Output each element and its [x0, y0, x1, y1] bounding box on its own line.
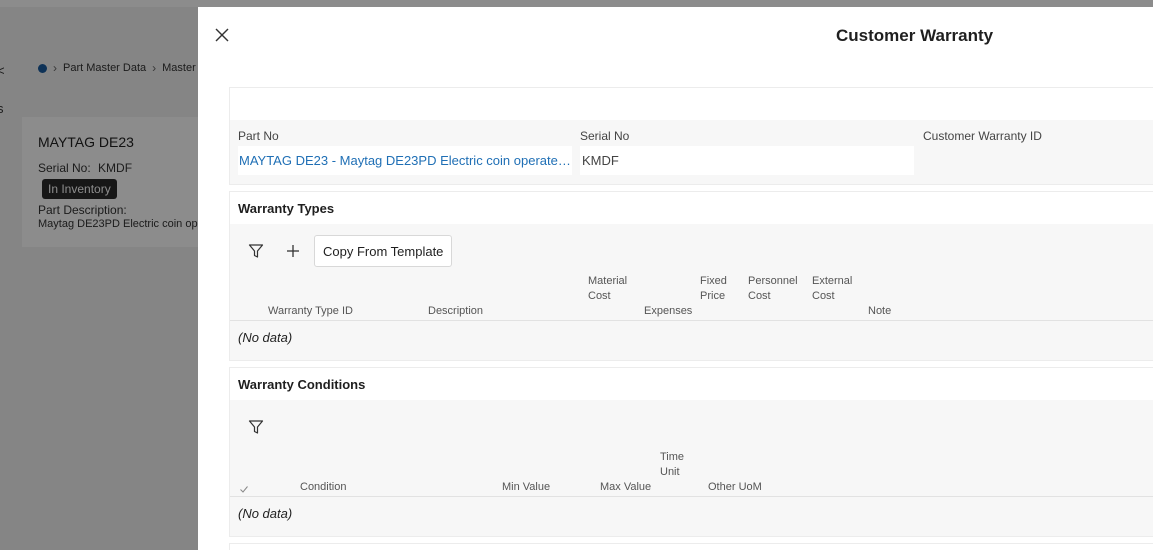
warranty-conditions-section: Warranty Conditions Condition Min Value … — [229, 367, 1153, 537]
column-header-line — [708, 465, 762, 480]
column-header-line: Cost — [812, 290, 835, 302]
table-divider — [230, 496, 1153, 497]
dialog-title: Customer Warranty — [836, 26, 994, 45]
filter-icon — [248, 420, 264, 434]
column-header-line: Condition — [300, 481, 347, 493]
column-header-line: Fixed — [700, 275, 727, 287]
column-header-line: Other UoM — [708, 481, 762, 493]
column-header-line — [428, 289, 483, 304]
empty-state-text: (No data) — [238, 330, 293, 345]
column-header-fixed-price[interactable]: Fixed Price — [700, 274, 727, 304]
column-header-line: Personnel — [748, 275, 798, 287]
table-divider — [230, 320, 1153, 321]
column-header-external-cost[interactable]: External Cost — [812, 274, 852, 304]
column-header-line — [268, 289, 353, 304]
warranty-types-title: Warranty Types — [238, 201, 335, 216]
warranty-conditions-title: Warranty Conditions — [238, 377, 366, 392]
column-header-line — [868, 289, 891, 304]
column-header-line: Note — [868, 305, 892, 317]
warranty-conditions-table: Condition Min Value Max Value Time Unit O… — [230, 400, 1153, 536]
column-header-warranty-type-id[interactable]: Warranty Type ID — [268, 289, 353, 319]
column-header-line: Expenses — [644, 305, 693, 317]
column-header-line: Min Value — [502, 481, 551, 493]
column-header-line: Time — [660, 451, 685, 463]
column-header-line: Description — [428, 305, 484, 317]
column-header-line: Price — [700, 290, 726, 302]
filter-icon — [248, 244, 264, 258]
column-header-material-cost[interactable]: Material Cost — [588, 274, 627, 304]
column-header-personnel-cost[interactable]: Personnel Cost — [748, 274, 798, 304]
warranty-types-section: Warranty Types Copy From Template Warran… — [229, 191, 1153, 361]
empty-state-text: (No data) — [238, 506, 293, 521]
column-header-line: Unit — [660, 466, 680, 478]
warranty-types-table: Copy From Template Warranty Type ID Desc… — [230, 224, 1153, 360]
column-header-max-value[interactable]: Max Value — [600, 465, 651, 495]
next-section-edge — [229, 543, 1153, 550]
filter-button[interactable] — [245, 416, 267, 438]
filter-button[interactable] — [245, 240, 267, 262]
close-icon — [215, 28, 229, 42]
column-header-line: Material — [588, 275, 628, 287]
column-header-note[interactable]: Note — [868, 289, 891, 319]
column-header-time-unit[interactable]: Time Unit — [660, 450, 684, 480]
column-header-expenses[interactable]: Expenses — [644, 289, 692, 319]
column-header-other-uom[interactable]: Other UoM — [708, 465, 762, 495]
add-button[interactable] — [282, 240, 304, 262]
serial-no-label: Serial No — [580, 129, 630, 143]
column-header-line: Warranty Type ID — [268, 305, 353, 317]
column-header-line — [644, 289, 692, 304]
part-no-label: Part No — [238, 129, 279, 143]
warranty-header-panel: Part No MAYTAG DE23 - Maytag DE23PD Elec… — [229, 87, 1153, 185]
checkmark-icon — [240, 486, 248, 493]
close-button[interactable] — [212, 25, 232, 45]
column-header-description[interactable]: Description — [428, 289, 483, 319]
column-header-line: Cost — [748, 290, 771, 302]
customer-warranty-dialog: Customer Warranty Part No MAYTAG DE23 - … — [198, 7, 1153, 550]
plus-icon — [287, 245, 299, 257]
column-header-line: Cost — [588, 290, 611, 302]
column-header-min-value[interactable]: Min Value — [502, 465, 550, 495]
column-header-line — [300, 465, 346, 480]
column-header-line — [502, 465, 550, 480]
copy-from-template-button[interactable]: Copy From Template — [314, 235, 453, 267]
part-no-link[interactable]: MAYTAG DE23 - Maytag DE23PD Electric coi… — [238, 146, 572, 175]
column-header-condition[interactable]: Condition — [300, 465, 346, 495]
customer-warranty-id-label: Customer Warranty ID — [923, 129, 1042, 143]
column-header-line: Max Value — [600, 481, 652, 493]
column-header-line: External — [812, 275, 853, 287]
column-header-line — [600, 465, 651, 480]
serial-no-field[interactable]: KMDF — [580, 146, 914, 175]
